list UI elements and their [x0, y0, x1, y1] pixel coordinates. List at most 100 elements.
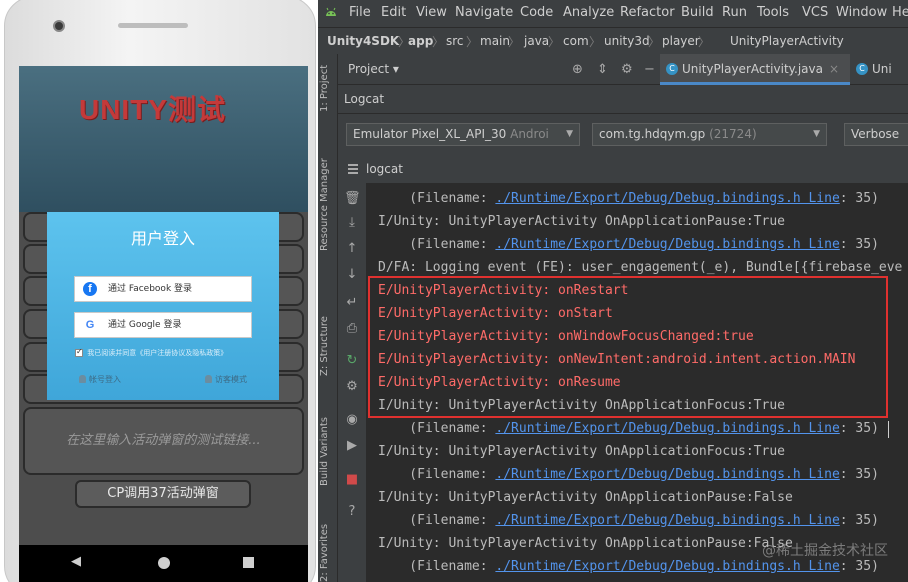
- logcat-subtab[interactable]: logcat: [338, 155, 908, 183]
- speaker-grille: [118, 23, 188, 28]
- logcat-output: (Filename: ./Runtime/Export/Debug/Debug.…: [366, 183, 908, 582]
- device-selector[interactable]: Emulator Pixel_XL_API_30 Androi ▼: [346, 123, 580, 146]
- recents-icon[interactable]: [243, 557, 254, 568]
- cp-popup-button[interactable]: CP调用37活动弹窗: [75, 480, 251, 508]
- source-link[interactable]: ./Runtime/Export/Debug/Debug.bindings.h …: [495, 237, 839, 252]
- help-icon[interactable]: ?: [344, 504, 360, 520]
- menu-navigate[interactable]: Navigate: [455, 5, 513, 20]
- home-icon[interactable]: [158, 557, 170, 569]
- chevron-down-icon: ▼: [813, 129, 820, 139]
- menu-vcs[interactable]: VCS: [802, 5, 828, 20]
- log-line: I/Unity: UnityPlayerActivity OnApplicati…: [378, 214, 785, 229]
- target-icon[interactable]: ⊕: [572, 62, 583, 77]
- side-tab-structure[interactable]: Z: Structure: [319, 316, 330, 376]
- account-login-label: 帐号登入: [89, 375, 121, 384]
- menu-run[interactable]: Run: [722, 5, 747, 20]
- side-tab-resource-manager[interactable]: Resource Manager: [319, 158, 330, 251]
- crumb-project[interactable]: Unity4SDK: [327, 34, 399, 48]
- activity-link-input[interactable]: 在这里输入活动弹窗的测试链接...: [23, 407, 304, 475]
- side-tab-favorites[interactable]: 2: Favorites: [319, 524, 330, 582]
- log-level-label: Verbose: [851, 127, 900, 141]
- banner-title: UNITY测试: [78, 94, 226, 125]
- agreement-checkbox[interactable]: [75, 347, 83, 357]
- close-icon[interactable]: ×: [829, 62, 839, 76]
- gear-icon[interactable]: ⚙: [621, 62, 633, 77]
- log-line: (Filename: ./Runtime/Export/Debug/Debug.…: [378, 421, 879, 436]
- crumb-separator: 〉: [648, 35, 661, 49]
- scroll-to-end-icon[interactable]: ⤓: [344, 215, 360, 231]
- emulator-screen: UNITY测试 用户登入 f 通过 Facebook 登录 G 通过 Googl…: [19, 66, 308, 582]
- crumb-unity3d[interactable]: unity3d: [604, 34, 650, 48]
- facebook-login-button[interactable]: f 通过 Facebook 登录: [74, 276, 252, 302]
- project-dropdown[interactable]: Project ▾: [348, 62, 399, 76]
- back-icon[interactable]: ◀: [71, 554, 81, 569]
- settings-icon[interactable]: ⚙: [344, 379, 360, 395]
- crumb-class[interactable]: UnityPlayerActivity: [730, 34, 844, 48]
- guest-mode-label: 访客模式: [215, 375, 247, 384]
- menu-window[interactable]: Window: [836, 5, 887, 20]
- tab-label: UnityPlayerActivity.java: [682, 62, 823, 76]
- side-tab-project[interactable]: 1: Project: [319, 65, 330, 112]
- collapse-icon[interactable]: ⇕: [597, 62, 608, 77]
- stop-icon[interactable]: ■: [344, 472, 360, 488]
- source-link[interactable]: ./Runtime/Export/Debug/Debug.bindings.h …: [495, 559, 839, 574]
- restart-icon[interactable]: ↻: [344, 353, 360, 369]
- project-tab-bar: Project ▾ ⊕ ⇕ ⚙ − C UnityPlayerActivity.j…: [338, 54, 908, 85]
- video-icon[interactable]: ▶: [344, 438, 360, 454]
- log-line: I/Unity: UnityPlayerActivity OnApplicati…: [378, 490, 793, 505]
- crumb-src[interactable]: src: [446, 34, 464, 48]
- source-link[interactable]: ./Runtime/Export/Debug/Debug.bindings.h …: [495, 421, 839, 436]
- chevron-down-icon: ▼: [566, 129, 573, 139]
- source-link[interactable]: ./Runtime/Export/Debug/Debug.bindings.h …: [495, 513, 839, 528]
- menu-edit[interactable]: Edit: [381, 5, 406, 20]
- login-dialog: 用户登入 f 通过 Facebook 登录 G 通过 Google 登录 我已阅…: [47, 212, 279, 400]
- android-studio-logo-icon: [326, 7, 336, 16]
- menu-help[interactable]: He: [892, 5, 908, 20]
- trash-icon[interactable]: 🗑: [344, 191, 361, 207]
- process-selector[interactable]: com.tg.hdqym.gp (21724) ▼: [592, 123, 827, 146]
- log-level-selector[interactable]: Verbose: [844, 123, 908, 146]
- game-banner: UNITY测试: [19, 66, 308, 212]
- crumb-player[interactable]: player: [662, 34, 700, 48]
- logcat-filters: Emulator Pixel_XL_API_30 Androi ▼ com.tg…: [338, 114, 908, 155]
- menu-build[interactable]: Build: [681, 5, 714, 20]
- menu-view[interactable]: View: [416, 5, 447, 20]
- source-link[interactable]: ./Runtime/Export/Debug/Debug.bindings.h …: [495, 191, 839, 206]
- menu-code[interactable]: Code: [520, 5, 553, 20]
- account-login-link[interactable]: 帐号登入: [79, 374, 121, 385]
- android-studio-window: File Edit View Navigate Code Analyze Ref…: [318, 0, 908, 582]
- menu-analyze[interactable]: Analyze: [563, 5, 614, 20]
- source-link[interactable]: ./Runtime/Export/Debug/Debug.bindings.h …: [495, 467, 839, 482]
- camera-icon[interactable]: ◉: [344, 412, 360, 428]
- tab-second-file[interactable]: C Uni: [850, 54, 908, 85]
- crumb-module[interactable]: app: [408, 34, 433, 48]
- guest-mode-link[interactable]: 访客模式: [205, 374, 247, 385]
- menu-tools[interactable]: Tools: [757, 5, 789, 20]
- crumb-com[interactable]: com: [563, 34, 589, 48]
- menu-refactor[interactable]: Refactor: [620, 5, 675, 20]
- log-line: I/Unity: UnityPlayerActivity OnApplicati…: [378, 536, 793, 551]
- logcat-icon: [348, 164, 358, 174]
- down-arrow-icon[interactable]: ↓: [344, 267, 360, 283]
- project-label: Project: [348, 62, 390, 76]
- crumb-separator: 〉: [508, 35, 521, 49]
- android-nav-bar: ◀: [19, 545, 308, 582]
- side-tab-build-variants[interactable]: Build Variants: [319, 417, 330, 486]
- minimize-icon[interactable]: −: [644, 62, 655, 77]
- class-icon: C: [856, 63, 868, 75]
- device-suffix: Androi: [510, 127, 549, 141]
- left-tool-strip: 1: Project Resource Manager Z: Structure…: [318, 54, 338, 582]
- up-arrow-icon[interactable]: ↑: [344, 241, 360, 257]
- crumb-java[interactable]: java: [524, 34, 549, 48]
- menu-file[interactable]: File: [349, 5, 371, 20]
- log-line: I/Unity: UnityPlayerActivity OnApplicati…: [378, 444, 785, 459]
- crumb-separator: 〉: [432, 35, 445, 49]
- print-icon[interactable]: ⎙: [344, 321, 360, 337]
- crumb-main[interactable]: main: [480, 34, 510, 48]
- soft-wrap-icon[interactable]: ↵: [344, 295, 360, 311]
- facebook-icon: f: [83, 282, 97, 296]
- text-cursor: [888, 421, 889, 438]
- tab-unityplayeractivity[interactable]: C UnityPlayerActivity.java ×: [660, 54, 850, 85]
- google-login-button[interactable]: G 通过 Google 登录: [74, 312, 252, 338]
- breadcrumb: Unity4SDK 〉 app 〉 src 〉 main 〉 java 〉 co…: [318, 27, 908, 54]
